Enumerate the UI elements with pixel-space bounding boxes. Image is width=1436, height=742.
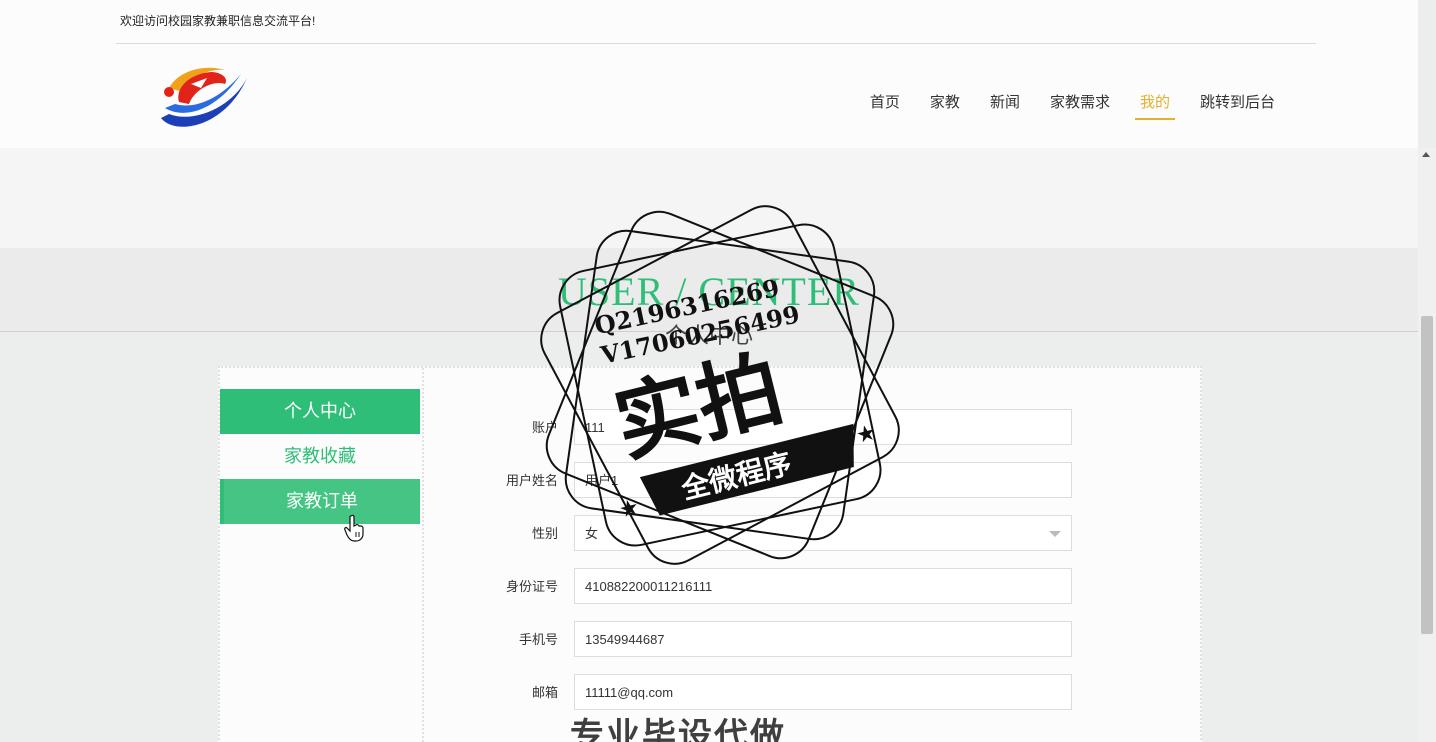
scrollbar-thumb[interactable] <box>1421 316 1433 634</box>
nav-mine[interactable]: 我的 <box>1125 92 1185 122</box>
account-field[interactable]: 111 <box>574 409 1072 445</box>
header-divider <box>116 43 1316 44</box>
page-title: 个人中心 <box>664 323 753 348</box>
nav-admin[interactable]: 跳转到后台 <box>1185 92 1290 122</box>
form-row-idcard: 身份证号 410882200011216111 <box>0 568 1436 608</box>
form-row-account: 账户 111 <box>0 409 1436 449</box>
banner-area <box>0 148 1418 248</box>
email-field[interactable]: 11111@qq.com <box>574 674 1072 710</box>
chevron-down-icon[interactable] <box>1049 531 1061 537</box>
header: 欢迎访问校园家教兼职信息交流平台! 首页 家教 新闻 家教需求 我的 跳转到后台 <box>0 0 1418 148</box>
scroll-up-icon[interactable] <box>1422 152 1430 157</box>
welcome-text: 欢迎访问校园家教兼职信息交流平台! <box>120 14 316 28</box>
idcard-field[interactable]: 410882200011216111 <box>574 568 1072 604</box>
gender-select[interactable]: 女 <box>574 515 1072 551</box>
idcard-label: 身份证号 <box>505 579 558 594</box>
site-logo-icon[interactable] <box>155 58 251 134</box>
username-label: 用户姓名 <box>505 473 558 488</box>
email-label: 邮箱 <box>531 685 558 700</box>
form-row-username: 用户姓名 用户1 <box>0 462 1436 502</box>
page: 欢迎访问校园家教兼职信息交流平台! 首页 家教 新闻 家教需求 我的 跳转到后台… <box>0 0 1436 742</box>
scrollbar[interactable] <box>1418 148 1436 742</box>
nav-tutor[interactable]: 家教 <box>915 92 975 122</box>
gender-label: 性别 <box>531 526 558 541</box>
main-nav: 首页 家教 新闻 家教需求 我的 跳转到后台 <box>855 92 1290 122</box>
gender-value: 女 <box>585 526 599 541</box>
watermark-bottom-text: 专业毕设代做 <box>570 717 786 742</box>
form-row-phone: 手机号 13549944687 <box>0 621 1436 661</box>
page-title-en: USER / CENTER <box>558 269 860 314</box>
form-row-gender: 性别 女 <box>0 515 1436 555</box>
username-field[interactable]: 用户1 <box>574 462 1072 498</box>
nav-tutor-demand[interactable]: 家教需求 <box>1035 92 1125 122</box>
phone-label: 手机号 <box>518 632 558 647</box>
account-label: 账户 <box>531 420 558 435</box>
nav-news[interactable]: 新闻 <box>975 92 1035 122</box>
nav-home[interactable]: 首页 <box>855 92 915 122</box>
phone-field[interactable]: 13549944687 <box>574 621 1072 657</box>
